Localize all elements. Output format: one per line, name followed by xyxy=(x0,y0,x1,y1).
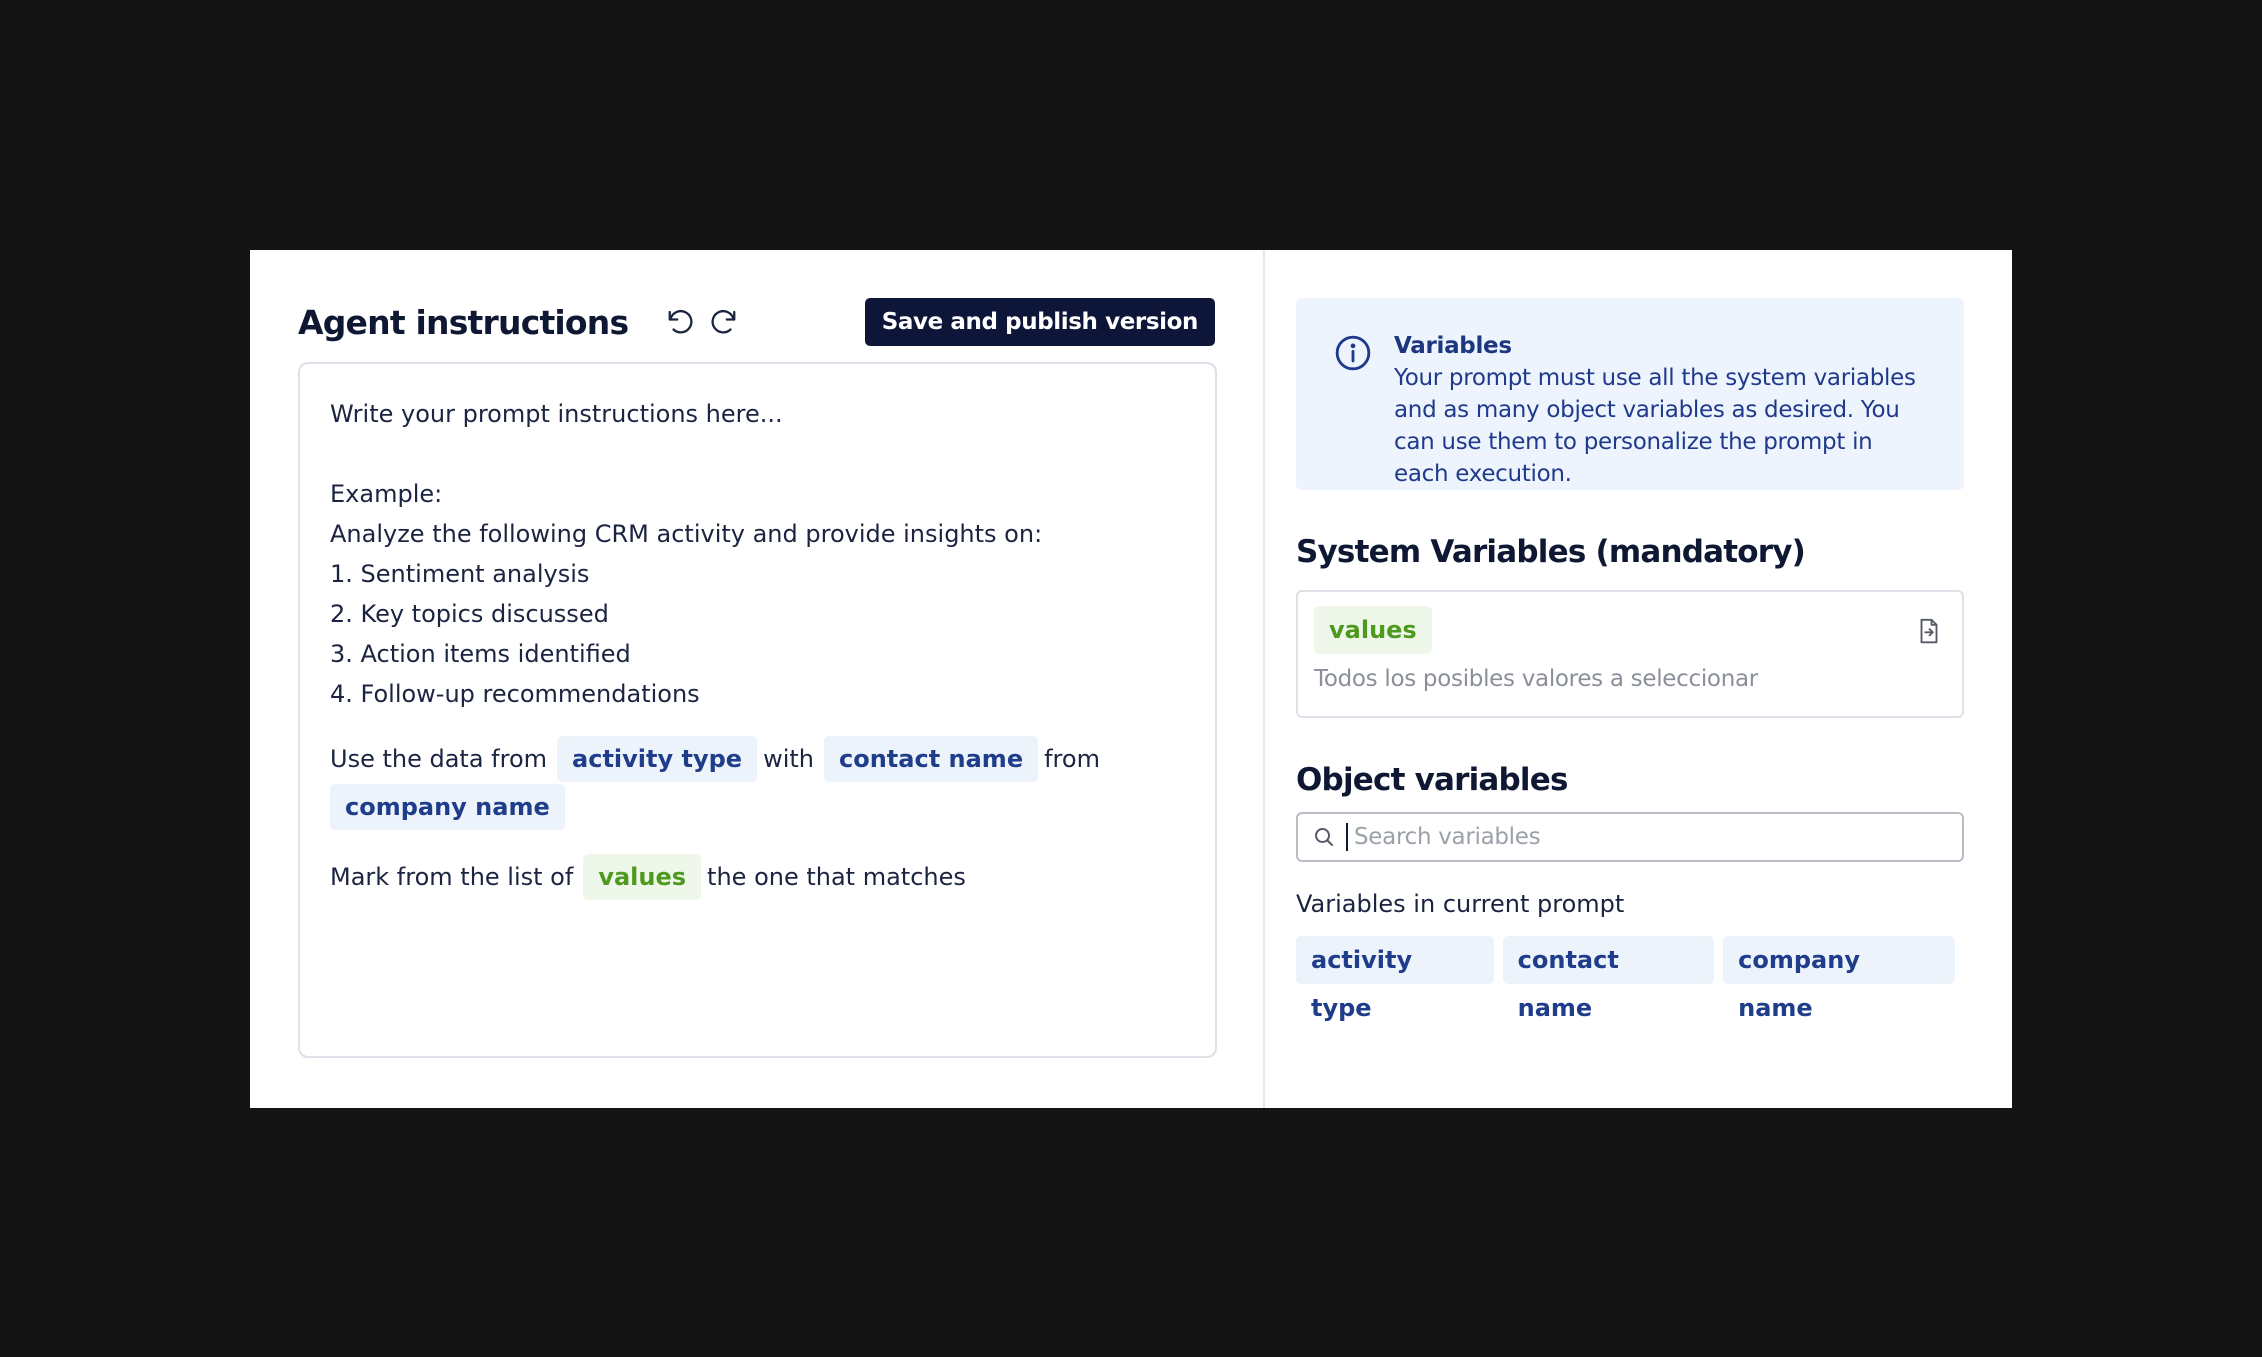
editor-text: with xyxy=(763,745,814,773)
redo-button[interactable] xyxy=(704,303,742,341)
editor-text: Use the data from xyxy=(330,745,548,773)
undo-button[interactable] xyxy=(662,303,700,341)
variable-chip-activity-type[interactable]: activity type xyxy=(557,736,758,782)
page-title: Agent instructions xyxy=(298,302,629,342)
current-variables-label: Variables in current prompt xyxy=(1296,890,1625,918)
search-input[interactable] xyxy=(1346,823,1948,851)
editor-line: Example: xyxy=(330,480,443,508)
undo-icon xyxy=(668,310,693,334)
variable-chip-company-name[interactable]: company name xyxy=(330,784,565,830)
info-title: Variables xyxy=(1394,333,1512,359)
editor-text: Mark from the list of xyxy=(330,863,574,891)
info-body: Your prompt must use all the system vari… xyxy=(1394,365,1916,487)
system-variable-chip-values[interactable]: values xyxy=(1314,606,1432,654)
current-variable-chip[interactable]: contact name xyxy=(1502,936,1715,1022)
current-variables-list: activity type contact name company name xyxy=(1296,936,1964,1022)
editor-line: Write your prompt instructions here... xyxy=(330,400,783,428)
editor-sentence-mark: Mark from the list of values the one tha… xyxy=(330,854,1185,900)
current-variable-chip[interactable]: activity type xyxy=(1296,936,1494,1022)
editor-line: 1. Sentiment analysis xyxy=(330,560,590,588)
editor-line: 3. Action items identified xyxy=(330,640,631,668)
editor-text: the one that matches xyxy=(707,863,966,891)
editor-line: 4. Follow-up recommendations xyxy=(330,680,700,708)
system-variable-description: Todos los posibles valores a seleccionar xyxy=(1314,666,1758,692)
search-box xyxy=(1296,812,1964,862)
instructions-pane: Agent instructions Save and publish vers… xyxy=(250,250,1265,1108)
variable-chip-values[interactable]: values xyxy=(583,854,702,900)
editor-text: from xyxy=(1044,745,1100,773)
save-publish-button[interactable]: Save and publish version xyxy=(864,298,1215,346)
prompt-editor[interactable]: Write your prompt instructions here... E… xyxy=(298,362,1217,1058)
object-variables-title: Object variables xyxy=(1296,762,1568,798)
system-variable-card: values Todos los posibles valores a sele… xyxy=(1296,590,1964,718)
editor-blank-line xyxy=(330,434,1185,474)
copy-icon[interactable] xyxy=(1914,616,1944,646)
variable-chip-contact-name[interactable]: contact name xyxy=(824,736,1039,782)
variables-info-banner: Variables Your prompt must use all the s… xyxy=(1296,298,1964,490)
prompt-editor-panel: Agent instructions Save and publish vers… xyxy=(250,250,2012,1108)
editor-sentence-data-cont: company name xyxy=(330,784,1185,830)
system-variables-title: System Variables (mandatory) xyxy=(1296,534,1806,570)
instructions-header: Agent instructions Save and publish vers… xyxy=(298,298,1215,346)
variables-pane: Variables Your prompt must use all the s… xyxy=(1265,250,2012,1108)
editor-line: Analyze the following CRM activity and p… xyxy=(330,520,1043,548)
redo-icon xyxy=(711,310,736,334)
editor-line: 2. Key topics discussed xyxy=(330,600,609,628)
info-icon xyxy=(1335,335,1371,371)
info-text: Variables Your prompt must use all the s… xyxy=(1394,330,1926,490)
search-icon xyxy=(1315,828,1333,846)
current-variable-chip[interactable]: company name xyxy=(1723,936,1955,1022)
editor-sentence-data: Use the data from activity type with con… xyxy=(330,736,1185,782)
